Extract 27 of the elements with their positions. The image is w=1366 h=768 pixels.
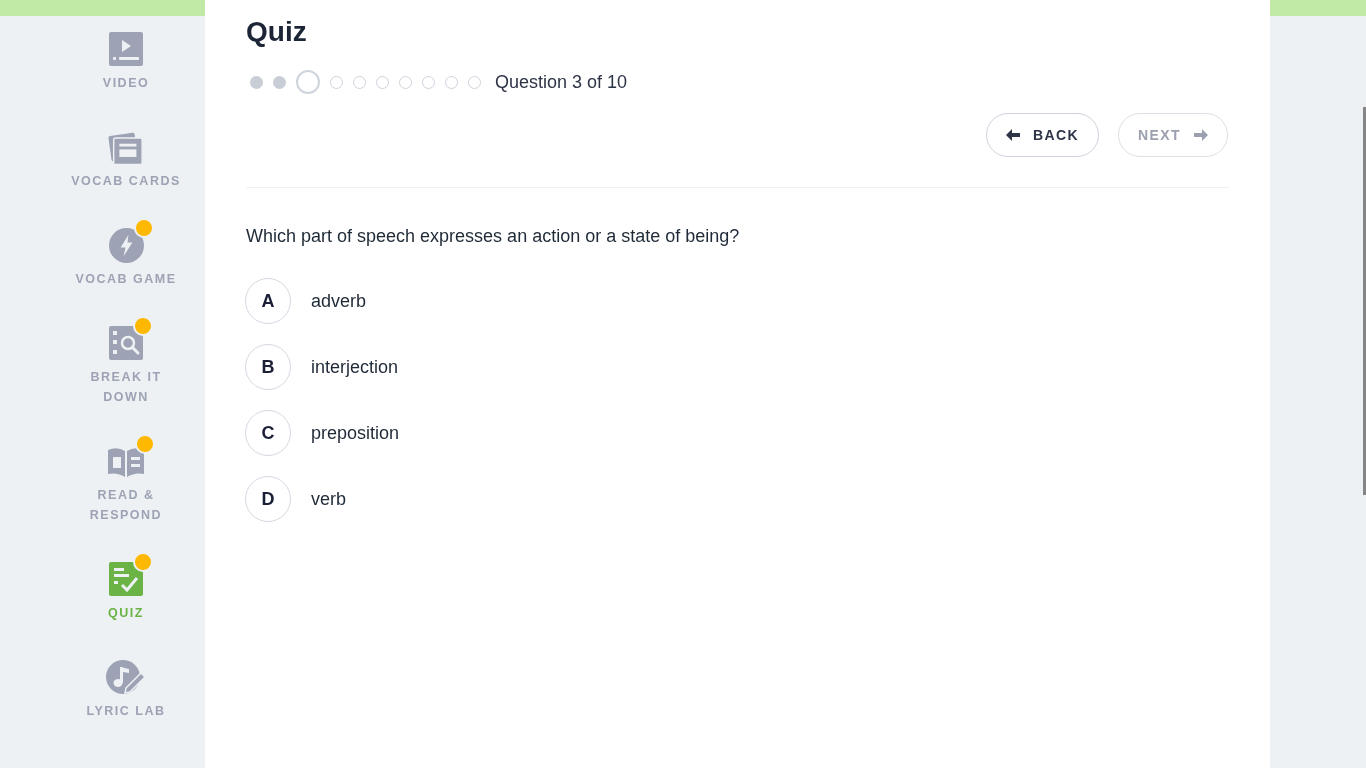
lightning-bolt-icon	[108, 227, 144, 263]
magnifier-grid-icon	[109, 326, 143, 360]
scrollbar-thumb[interactable]	[1363, 107, 1366, 495]
question-text: Which part of speech expresses an action or a state of being?	[246, 225, 740, 248]
answer-choice[interactable]: B	[245, 344, 291, 390]
page-title: Quiz	[246, 15, 307, 49]
answer-text: adverb	[311, 290, 367, 313]
answer-text: preposition	[311, 422, 400, 445]
progress-label: Question 3 of 10	[495, 71, 628, 94]
sidebar-item[interactable]: LYRIC LAB	[86, 660, 166, 721]
video-player-icon	[109, 32, 143, 66]
checklist-icon	[109, 562, 143, 596]
sidebar-item[interactable]: VOCAB GAME	[75, 228, 177, 289]
answer-choice[interactable]: D	[245, 476, 291, 522]
back-button[interactable]: BACK	[986, 113, 1100, 157]
arrow-left-icon	[1006, 129, 1020, 141]
sidebar-item[interactable]: BREAK IT DOWN	[67, 326, 185, 407]
arrow-right-icon	[1194, 129, 1208, 141]
answer-choice[interactable]: A	[245, 278, 291, 324]
music-note-pencil-icon	[106, 660, 146, 694]
sidebar-item[interactable]: VOCAB CARDS	[71, 130, 181, 191]
sidebar-item[interactable]: VIDEO	[102, 32, 150, 93]
answer-text: verb	[311, 488, 346, 511]
answer-choice[interactable]: C	[245, 410, 291, 456]
answer-text: interjection	[311, 356, 399, 379]
sidebar-item[interactable]: QUIZ	[108, 562, 144, 623]
sidebar-item[interactable]: READ & RESPOND	[67, 444, 185, 525]
